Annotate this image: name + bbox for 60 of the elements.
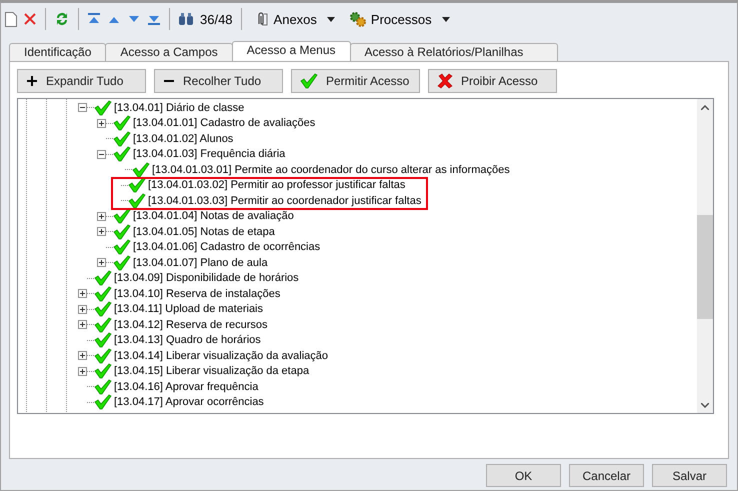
- new-document-icon[interactable]: [5, 12, 17, 26]
- gear-icon: [348, 11, 367, 27]
- collapse-toggle[interactable]: [97, 150, 106, 159]
- delete-icon[interactable]: [23, 12, 37, 26]
- collapse-toggle[interactable]: [78, 103, 87, 112]
- scrollbar[interactable]: [697, 99, 713, 413]
- tree-item[interactable]: [13.04.01.03.02] Permitir ao professor justificar faltas: [146, 179, 408, 192]
- expand-toggle[interactable]: [78, 289, 87, 298]
- refresh-icon[interactable]: [54, 11, 70, 27]
- expand-toggle[interactable]: [97, 118, 106, 128]
- expand-toggle[interactable]: [97, 227, 106, 236]
- tree-item[interactable]: [13.04.14] Liberar visualização da avaliação: [112, 350, 330, 362]
- tab[interactable]: Acesso a Menus: [232, 41, 350, 61]
- tree-item[interactable]: [13.04.12] Reserva de recursos: [112, 318, 270, 331]
- expand-toggle[interactable]: [78, 304, 87, 314]
- tab[interactable]: Identificação: [9, 43, 106, 61]
- binoculars-icon[interactable]: [178, 12, 194, 26]
- tree-item[interactable]: [13.04.01.02] Alunos: [131, 132, 236, 145]
- tree-item[interactable]: [13.04.01.04] Notas de avaliação: [131, 210, 296, 222]
- tree-item[interactable]: [13.04.11] Upload de materiais: [112, 303, 265, 316]
- action-button[interactable]: Expandir Tudo: [17, 69, 146, 93]
- tree-item[interactable]: [13.04.01.03] Frequência diária: [131, 148, 288, 160]
- menu-button[interactable]: Anexos: [250, 11, 339, 27]
- tree-item[interactable]: [13.04.09] Disponibilidade de horários: [112, 272, 301, 284]
- tree-item[interactable]: [13.04.01.07] Plano de aula: [131, 256, 270, 269]
- action-button[interactable]: Recolher Tudo: [154, 69, 283, 93]
- first-record-icon[interactable]: [87, 12, 101, 26]
- tree-item[interactable]: [13.04.01.05] Notas de etapa: [131, 226, 277, 238]
- plus-icon: [26, 75, 38, 87]
- tree-item[interactable]: [13.04.01.01] Cadastro de avaliações: [131, 117, 318, 130]
- expand-toggle[interactable]: [78, 366, 87, 376]
- expand-toggle[interactable]: [78, 351, 87, 360]
- tree-item[interactable]: [13.04.16] Aprovar frequência: [112, 380, 260, 393]
- tree-item[interactable]: [13.04.01.03.01] Permite ao coordenador do curso alterar as informações: [150, 164, 512, 176]
- expand-toggle[interactable]: [78, 320, 87, 330]
- tree-item[interactable]: [13.04.01.06] Cadastro de ocorrências: [131, 241, 322, 254]
- scroll-down-icon[interactable]: [701, 402, 709, 408]
- dialog-button[interactable]: OK: [486, 464, 561, 487]
- tree-item[interactable]: [13.04.13] Quadro de horários: [112, 334, 263, 346]
- scroll-up-icon[interactable]: [701, 104, 709, 110]
- tree-item[interactable]: [13.04.17] Aprovar ocorrências: [112, 396, 266, 408]
- expand-toggle[interactable]: [97, 212, 106, 221]
- dialog-button[interactable]: Cancelar: [569, 464, 644, 487]
- tree-item[interactable]: [13.04.01] Diário de classe: [112, 102, 246, 114]
- record-counter: 36/48: [200, 12, 233, 26]
- tree-item[interactable]: [13.04.10] Reserva de instalações: [112, 288, 282, 300]
- tab[interactable]: Acesso a Campos: [105, 43, 233, 61]
- action-button[interactable]: Permitir Acesso: [291, 69, 420, 93]
- menu-button[interactable]: Processos: [344, 11, 454, 27]
- tree-item[interactable]: [13.04.01.03.03] Permitir ao coordenador justificar faltas: [146, 194, 424, 207]
- caret-icon: [442, 16, 450, 22]
- dialog-button[interactable]: Salvar: [652, 464, 727, 487]
- caret-icon: [326, 16, 335, 22]
- action-button[interactable]: Proibir Acesso: [428, 69, 557, 93]
- scrollbar-thumb[interactable]: [697, 215, 713, 319]
- check-icon: [300, 73, 318, 89]
- expand-toggle[interactable]: [97, 258, 106, 268]
- tree-item[interactable]: [13.04.15] Liberar visualização da etapa: [112, 365, 312, 378]
- tab[interactable]: Acesso à Relatórios/Planilhas: [350, 43, 558, 61]
- cross-icon: [437, 73, 453, 89]
